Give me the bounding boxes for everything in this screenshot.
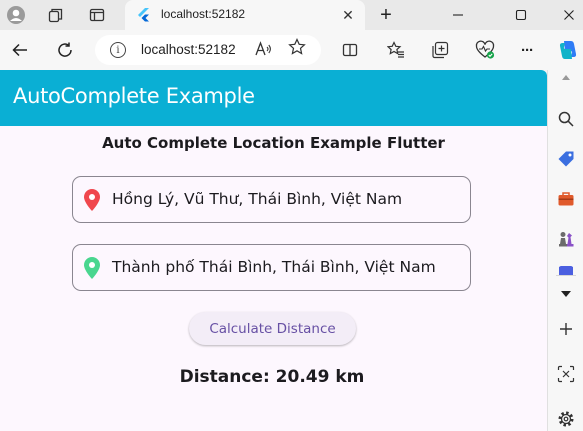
flutter-favicon-icon [138,8,149,22]
minimize-icon[interactable] [444,0,472,30]
scroll-up-icon[interactable] [557,71,575,83]
more-options-icon[interactable]: ··· [515,38,539,62]
app-bar-title: AutoComplete Example [13,84,255,108]
browser-essentials-icon[interactable] [473,38,497,62]
address-url[interactable]: localhost:52182 [141,42,236,57]
shopping-tag-icon[interactable] [557,150,575,168]
origin-location-field[interactable]: Hồng Lý, Vũ Thư, Thái Bình, Việt Nam [72,176,471,223]
app-bar: AutoComplete Example [0,70,547,126]
search-icon[interactable] [557,110,575,128]
tab-actions-icon[interactable] [86,4,108,26]
sidebar-divider [556,275,576,276]
chevron-down-icon[interactable] [557,285,575,303]
distance-result: Distance: 20.49 km [179,367,365,387]
tools-toolbox-icon[interactable] [557,190,575,208]
location-pin-icon [84,257,100,279]
edge-sidebar [547,70,583,431]
page-heading: Auto Complete Location Example Flutter [102,134,445,152]
calculate-distance-button[interactable]: Calculate Distance [189,312,356,345]
split-screen-icon[interactable] [338,38,362,62]
read-aloud-icon[interactable] [255,41,272,60]
destination-location-value[interactable]: Thành phố Thái Bình, Thái Bình, Việt Nam [112,258,436,276]
tab-strip: localhost:52182 ✕ + [0,0,583,30]
favorites-icon[interactable] [384,38,408,62]
location-pin-icon [84,189,100,211]
site-info-icon[interactable]: i [110,42,126,58]
new-tab-button[interactable]: + [374,3,398,27]
games-chess-icon[interactable] [557,230,575,248]
add-sidebar-app-icon[interactable] [557,320,575,338]
destination-location-field[interactable]: Thành phố Thái Bình, Thái Bình, Việt Nam [72,244,471,291]
workspaces-icon[interactable] [45,4,67,26]
window-close-icon[interactable] [555,0,583,30]
settings-gear-icon[interactable] [557,410,575,428]
copilot-icon[interactable] [556,38,580,62]
origin-location-value[interactable]: Hồng Lý, Vũ Thư, Thái Bình, Việt Nam [112,190,402,208]
office-app-icon[interactable] [557,266,575,275]
tab-title: localhost:52182 [161,7,246,21]
active-tab[interactable]: localhost:52182 ✕ [125,0,365,30]
browser-toolbar: i localhost:52182 ··· [0,30,583,70]
back-arrow-icon[interactable] [8,38,32,62]
close-tab-icon[interactable]: ✕ [339,6,357,24]
profile-icon[interactable] [5,4,27,26]
page-viewport: AutoComplete Example Auto Complete Locat… [0,70,547,431]
address-bar[interactable]: i localhost:52182 [95,35,321,65]
screenshot-capture-icon[interactable] [557,365,575,383]
refresh-icon[interactable] [53,38,77,62]
maximize-icon[interactable] [507,0,535,30]
collections-icon[interactable] [428,38,452,62]
favorite-star-icon[interactable] [288,38,306,61]
